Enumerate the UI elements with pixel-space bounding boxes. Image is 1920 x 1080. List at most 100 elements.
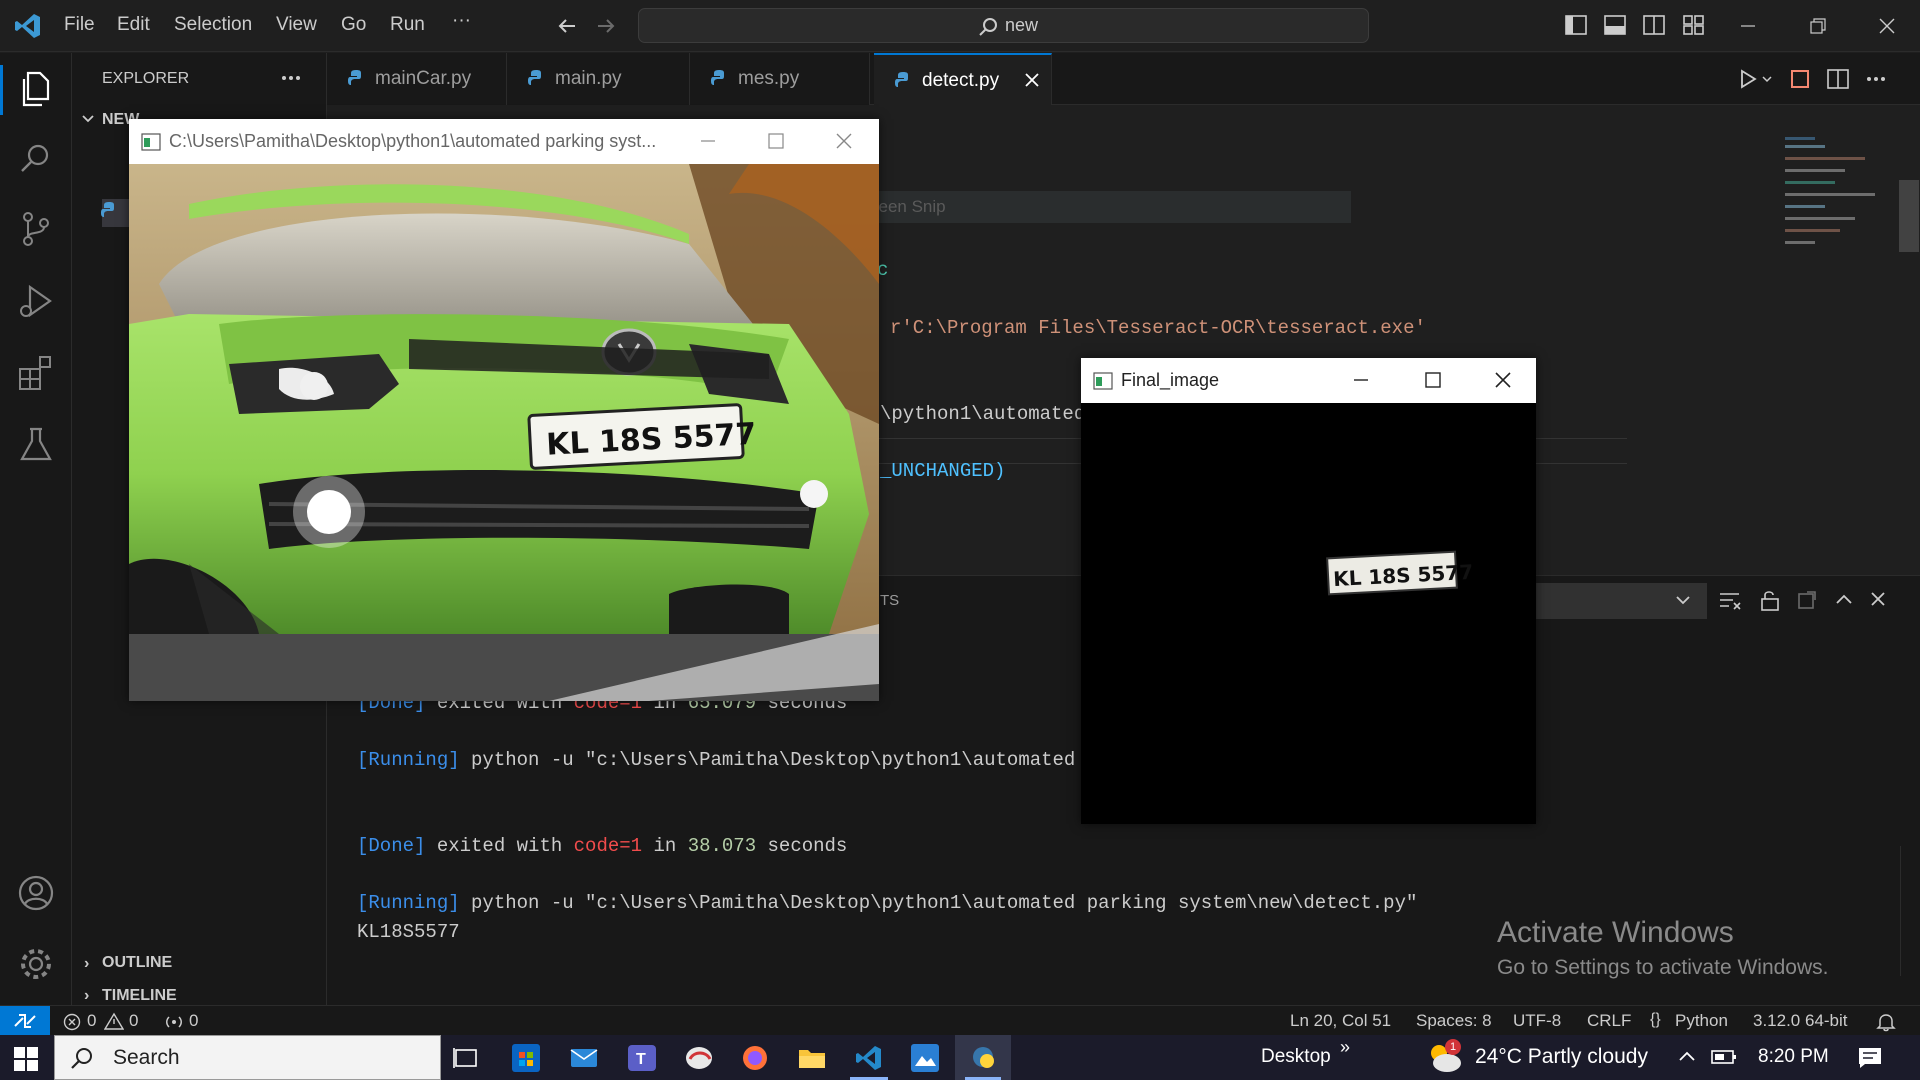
microsoft-store-icon[interactable]: [512, 1044, 540, 1072]
forward-arrow-icon[interactable]: [594, 14, 618, 38]
weather-icon[interactable]: 1: [1425, 1039, 1465, 1075]
more-actions-icon[interactable]: [280, 69, 302, 87]
tab-mes[interactable]: mes.py: [690, 53, 870, 105]
maximize-panel-icon[interactable]: [1835, 592, 1853, 606]
tab-detect[interactable]: detect.py: [874, 53, 1052, 105]
taskbar-search-box[interactable]: Search: [54, 1035, 441, 1080]
split-editor-icon[interactable]: [1827, 69, 1849, 89]
menu-more[interactable]: ···: [452, 10, 471, 32]
browser-app-icon[interactable]: [684, 1045, 714, 1071]
accounts-icon[interactable]: [16, 873, 56, 913]
settings-gear-icon[interactable]: [16, 944, 56, 984]
chevron-down-icon[interactable]: [1761, 73, 1773, 85]
chevron-down-icon[interactable]: [80, 111, 96, 127]
python-interpreter[interactable]: 3.12.0 64-bit: [1753, 1011, 1848, 1031]
chevron-right-icon[interactable]: ›: [84, 955, 89, 973]
warning-count[interactable]: 0: [129, 1011, 138, 1031]
timeline-section[interactable]: TIMELINE: [102, 987, 177, 1005]
toggle-panel-icon[interactable]: [1604, 15, 1626, 35]
python-taskbar-item[interactable]: [955, 1035, 1011, 1080]
toggle-sidebar-icon[interactable]: [1565, 15, 1587, 35]
task-view-icon[interactable]: [452, 1046, 480, 1070]
photos-app-icon[interactable]: [911, 1044, 939, 1072]
remote-indicator[interactable]: [0, 1006, 50, 1036]
close-panel-icon[interactable]: [1870, 591, 1886, 607]
vscode-taskbar-icon[interactable]: [855, 1044, 883, 1072]
error-count[interactable]: 0: [87, 1011, 96, 1031]
toggle-secondary-sidebar-icon[interactable]: [1643, 15, 1665, 35]
cursor-position[interactable]: Ln 20, Col 51: [1290, 1011, 1391, 1031]
customize-layout-icon[interactable]: [1683, 15, 1705, 35]
explorer-icon[interactable]: [16, 69, 56, 109]
windows-start-icon[interactable]: [14, 1047, 38, 1071]
testing-icon[interactable]: [16, 425, 56, 465]
menu-view[interactable]: View: [276, 14, 317, 36]
maximize-icon[interactable]: [741, 119, 809, 164]
close-tab-icon[interactable]: [1024, 72, 1040, 88]
window-titlebar[interactable]: C:\Users\Pamitha\Desktop\python1\automat…: [129, 119, 879, 164]
search-icon[interactable]: [16, 139, 56, 179]
vscode-logo-icon[interactable]: [14, 12, 42, 40]
ports-count[interactable]: 0: [189, 1011, 198, 1031]
clear-output-icon[interactable]: [1719, 591, 1741, 611]
close-icon[interactable]: [809, 119, 877, 164]
close-icon[interactable]: [1468, 358, 1536, 403]
notification-center-icon[interactable]: [1857, 1046, 1883, 1070]
ports-icon[interactable]: [164, 1013, 184, 1031]
panel-scrollbar[interactable]: [1900, 846, 1920, 976]
minimap[interactable]: [1781, 133, 1911, 273]
tab-maincar[interactable]: mainCar.py: [327, 53, 507, 105]
lock-icon[interactable]: [1760, 589, 1780, 611]
desktop-toolbar[interactable]: Desktop: [1261, 1046, 1331, 1068]
more-actions-icon[interactable]: [1865, 71, 1887, 87]
window-titlebar[interactable]: Final_image: [1081, 358, 1536, 403]
panel-tab[interactable]: TS: [880, 592, 899, 609]
tab-main[interactable]: main.py: [507, 53, 690, 105]
notifications-bell-icon[interactable]: [1876, 1012, 1896, 1032]
car-image-window[interactable]: C:\Users\Pamitha\Desktop\python1\automat…: [129, 119, 879, 701]
menu-run[interactable]: Run: [390, 14, 425, 36]
watermark-title: Activate Windows: [1497, 916, 1734, 949]
minimize-icon[interactable]: [1326, 358, 1394, 403]
maximize-icon[interactable]: [1398, 358, 1466, 403]
chevron-right-icon[interactable]: »: [1340, 1037, 1350, 1058]
tray-chevron-up-icon[interactable]: [1677, 1048, 1697, 1064]
final-image-window[interactable]: Final_image KL 18S 5577: [1081, 358, 1536, 824]
menu-selection[interactable]: Selection: [174, 14, 252, 36]
encoding[interactable]: UTF-8: [1513, 1011, 1561, 1031]
menu-edit[interactable]: Edit: [117, 14, 150, 36]
minimize-icon[interactable]: [1738, 16, 1758, 36]
weather-text[interactable]: 24°C Partly cloudy: [1475, 1045, 1648, 1069]
end-of-line[interactable]: CRLF: [1587, 1011, 1631, 1031]
stop-icon[interactable]: [1790, 69, 1810, 89]
command-center[interactable]: new: [638, 8, 1369, 43]
back-arrow-icon[interactable]: [555, 14, 579, 38]
output-channel-select[interactable]: [1527, 583, 1707, 619]
chevron-right-icon[interactable]: ›: [84, 987, 89, 1005]
close-icon[interactable]: [1877, 16, 1897, 36]
run-file-icon[interactable]: [1737, 68, 1759, 90]
restore-icon[interactable]: [1808, 16, 1828, 36]
battery-icon[interactable]: [1711, 1048, 1737, 1066]
minimize-icon[interactable]: [673, 119, 741, 164]
file-explorer-icon[interactable]: [798, 1046, 826, 1070]
mail-icon[interactable]: [570, 1047, 598, 1069]
window-title: Final_image: [1121, 370, 1220, 390]
clock[interactable]: 8:20 PM: [1758, 1046, 1829, 1068]
active-indicator: [0, 65, 3, 115]
extensions-icon[interactable]: [16, 353, 56, 393]
open-output-icon[interactable]: [1797, 590, 1817, 610]
scrollbar-thumb[interactable]: [1899, 180, 1919, 252]
error-icon[interactable]: [63, 1013, 81, 1031]
teams-icon[interactable]: T: [628, 1045, 656, 1071]
source-control-icon[interactable]: [16, 209, 56, 249]
language-mode[interactable]: Python: [1675, 1011, 1728, 1031]
braces-icon[interactable]: {}: [1650, 1011, 1661, 1029]
run-debug-icon[interactable]: [16, 281, 56, 321]
firefox-icon[interactable]: [741, 1044, 769, 1072]
outline-section[interactable]: OUTLINE: [102, 954, 172, 972]
warning-icon[interactable]: [104, 1012, 124, 1030]
indentation[interactable]: Spaces: 8: [1416, 1011, 1492, 1031]
menu-go[interactable]: Go: [341, 14, 366, 36]
menu-file[interactable]: File: [64, 14, 95, 36]
